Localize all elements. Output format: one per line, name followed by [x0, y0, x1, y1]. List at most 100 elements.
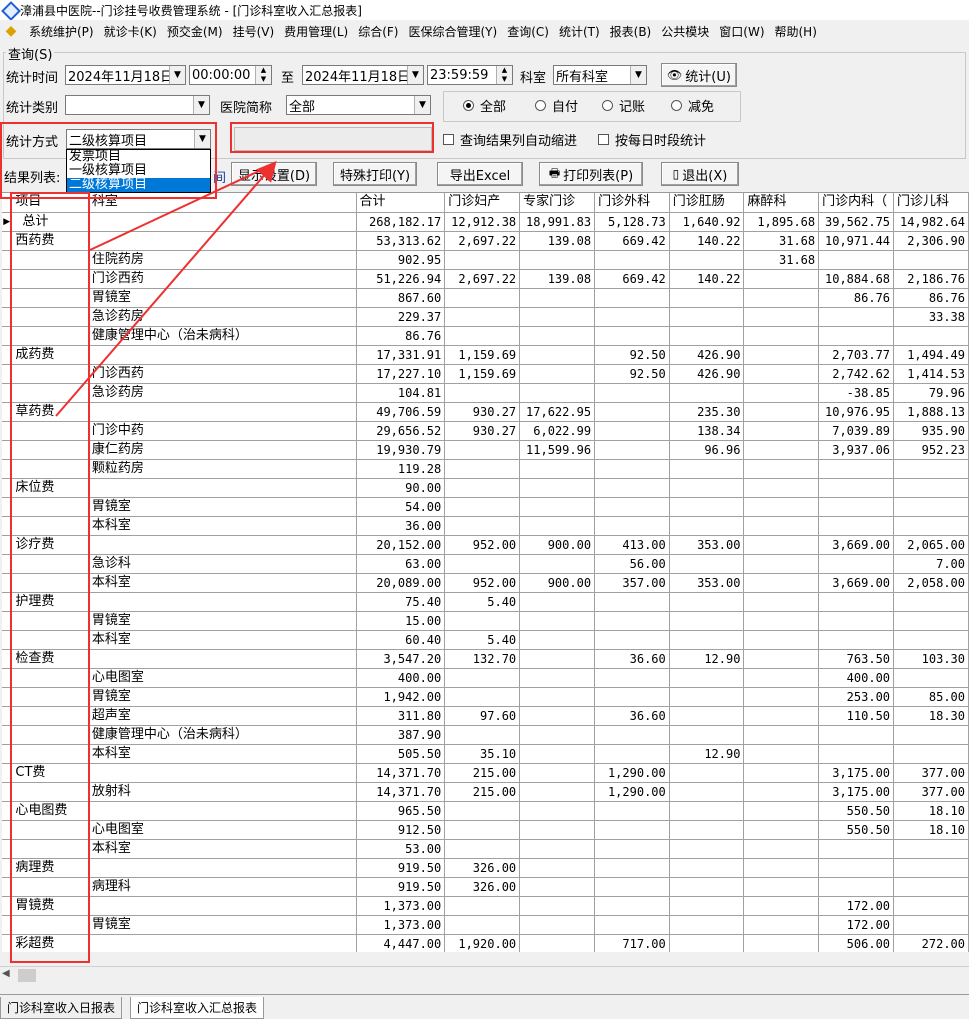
menu-item[interactable]: 医保综合管理(Y) — [403, 23, 502, 40]
menu-item[interactable]: 公共模块 — [656, 23, 714, 40]
dept-select[interactable]: 所有科室 ▼ — [553, 65, 647, 85]
menu-item[interactable]: 查询(C) — [502, 23, 554, 40]
table-row[interactable]: 门诊中药 29,656.52 930.27 6,022.99 138.34 7,039.8… — [2, 421, 969, 441]
column-header[interactable]: 专家门诊 — [519, 193, 596, 213]
horizontal-scrollbar[interactable]: ◀ — [0, 966, 969, 984]
table-row[interactable]: 住院药房 902.95 31.68 — [2, 250, 969, 270]
table-row[interactable]: 西药费 53,313.62 2,697.22 139.08 669.42 140.22 31… — [2, 231, 969, 251]
table-row[interactable]: 护理费 75.40 5.40 — [2, 592, 969, 612]
special-print-button[interactable]: 特殊打印(Y) — [333, 162, 417, 186]
column-header[interactable]: 门诊妇产 — [444, 193, 521, 213]
column-header[interactable]: 门诊内科（ — [818, 193, 895, 213]
menu-item[interactable]: 窗口(W) — [714, 23, 769, 40]
method-option-selected[interactable]: 二级核算项目 — [67, 178, 210, 192]
chevron-down-icon[interactable]: ▼ — [193, 96, 209, 114]
method-option[interactable]: 一级核算项目 — [67, 164, 210, 178]
empty-input-box[interactable] — [234, 127, 432, 151]
table-row[interactable]: 本科室 60.40 5.40 — [2, 630, 969, 650]
table-row[interactable]: 门诊西药 17,227.10 1,159.69 92.50 426.90 2,742.62… — [2, 364, 969, 384]
menu-item[interactable]: 挂号(V) — [228, 23, 280, 40]
print-list-button[interactable]: 🖶 打印列表(P) — [539, 162, 643, 186]
column-header[interactable]: 门诊儿科 — [893, 193, 969, 213]
end-date-picker[interactable]: 2024年11月18日 ▼ — [302, 65, 424, 85]
exit-button[interactable]: ▯ 退出(X) — [661, 162, 739, 186]
table-row[interactable]: 床位费 90.00 — [2, 478, 969, 498]
menu-item[interactable]: 报表(B) — [605, 23, 657, 40]
start-date-picker[interactable]: 2024年11月18日 ▼ — [65, 65, 186, 85]
table-row[interactable]: 本科室 53.00 — [2, 839, 969, 859]
table-row[interactable]: 彩超费 4,447.00 1,920.00 717.00 506.00 272.00 — [2, 934, 969, 952]
table-row[interactable]: 胃镜室 15.00 — [2, 611, 969, 631]
table-row[interactable]: 本科室 20,089.00 952.00 900.00 357.00 353.00 3,66… — [2, 573, 969, 593]
table-row[interactable]: 心电图室 912.50 550.50 18.10 — [2, 820, 969, 840]
menu-item[interactable]: 就诊卡(K) — [99, 23, 162, 40]
system-menu-icon[interactable]: ◆ — [2, 22, 20, 40]
table-row[interactable]: 健康管理中心（治未病科） 86.76 — [2, 326, 969, 346]
radio-discount[interactable]: 减免 — [671, 96, 714, 115]
chevron-down-icon[interactable]: ▼ — [630, 66, 646, 84]
table-row[interactable]: 胃镜费 1,373.00 172.00 — [2, 896, 969, 916]
table-row[interactable]: 急诊科 63.00 56.00 7.00 — [2, 554, 969, 574]
table-row[interactable]: 胃镜室 54.00 — [2, 497, 969, 517]
table-row[interactable]: 草药费 49,706.59 930.27 17,622.95 235.30 10,976.… — [2, 402, 969, 422]
menu-item[interactable]: 预交金(M) — [162, 23, 228, 40]
column-header[interactable]: 麻醉科 — [743, 193, 820, 213]
chevron-down-icon[interactable]: ▼ — [169, 66, 185, 84]
tab-daily-report[interactable]: 门诊科室收入日报表 — [0, 997, 123, 1019]
chevron-down-icon[interactable]: ▼ — [414, 96, 430, 114]
table-row[interactable]: 病理科 919.50 326.00 — [2, 877, 969, 897]
radio-account[interactable]: 记账 — [602, 96, 645, 115]
chevron-down-icon[interactable]: ▼ — [407, 66, 423, 84]
category-select[interactable]: ▼ — [65, 95, 210, 115]
menu-item[interactable]: 综合(F) — [353, 23, 403, 40]
menu-item[interactable]: 费用管理(L) — [279, 23, 353, 40]
display-settings-button[interactable]: 显示设置(D) — [231, 162, 317, 186]
menu-item[interactable]: 帮助(H) — [770, 23, 822, 40]
table-row[interactable]: 本科室 505.50 35.10 12.90 — [2, 744, 969, 764]
method-option[interactable]: 发票项目 — [67, 150, 210, 164]
table-row[interactable]: 胃镜室 867.60 86.76 86.76 — [2, 288, 969, 308]
table-row[interactable]: 诊疗费 20,152.00 952.00 900.00 413.00 353.00 3,66… — [2, 535, 969, 555]
table-row[interactable]: 健康管理中心（治未病科） 387.90 — [2, 725, 969, 745]
end-time-input[interactable]: 23:59:59 ▲ ▼ — [427, 65, 513, 85]
table-row[interactable]: 门诊西药 51,226.94 2,697.22 139.08 669.42 140.22 1… — [2, 269, 969, 289]
spin-arrows-icon[interactable]: ▲ ▼ — [255, 66, 271, 84]
table-row[interactable]: 超声室 311.80 97.60 36.60 110.50 18.30 — [2, 706, 969, 726]
table-row[interactable]: 胃镜室 1,373.00 172.00 — [2, 915, 969, 935]
table-row[interactable]: CT费 14,371.70 215.00 1,290.00 3,175.00 377.00 — [2, 763, 969, 783]
menu-item[interactable]: 统计(T) — [554, 23, 605, 40]
table-row[interactable]: 急诊药房 104.81 -38.85 79.96 — [2, 383, 969, 403]
table-row[interactable]: 急诊药房 229.37 33.38 — [2, 307, 969, 327]
table-row[interactable]: 病理费 919.50 326.00 — [2, 858, 969, 878]
table-row[interactable]: 心电图费 965.50 550.50 18.10 — [2, 801, 969, 821]
table-row[interactable]: 颗粒药房 119.28 — [2, 459, 969, 479]
result-grid[interactable]: 项目 科室 合计 门诊妇产 专家门诊 门诊外科 门诊肛肠 麻醉科 门诊内科（ 门诊儿科 ▶ 总计 26… — [2, 192, 969, 952]
spin-arrows-icon[interactable]: ▲ ▼ — [496, 66, 512, 84]
table-row[interactable]: 胃镜室 1,942.00 253.00 85.00 — [2, 687, 969, 707]
table-row[interactable]: ▶ 总计 268,182.17 12,912.38 18,991.83 5,128.73 1… — [2, 212, 969, 232]
table-row[interactable]: 本科室 36.00 — [2, 516, 969, 536]
menu-item[interactable]: 系统维护(P) — [24, 23, 99, 40]
column-header[interactable]: 项目 — [11, 193, 89, 213]
scroll-left-icon[interactable]: ◀ — [2, 968, 10, 979]
column-header[interactable]: 门诊肛肠 — [669, 193, 745, 213]
radio-all[interactable]: 全部 — [463, 96, 506, 115]
scroll-thumb[interactable] — [18, 969, 36, 982]
start-time-input[interactable]: 00:00:00 ▲ ▼ — [189, 65, 272, 85]
export-excel-button[interactable]: 导出Excel — [437, 162, 523, 186]
column-header[interactable]: 合计 — [356, 193, 446, 213]
table-row[interactable]: 康仁药房 19,930.79 11,599.96 96.96 3,937.06 952.2… — [2, 440, 969, 460]
stat-button[interactable]: 👁 统计(U) — [661, 63, 737, 87]
hospital-select[interactable]: 全部 ▼ — [286, 95, 431, 115]
table-row[interactable]: 心电图室 400.00 400.00 — [2, 668, 969, 688]
table-row[interactable]: 检查费 3,547.20 132.70 36.60 12.90 763.50 103.30 — [2, 649, 969, 669]
daily-period-checkbox[interactable]: 按每日时段统计 — [598, 130, 706, 149]
column-header[interactable]: 科室 — [88, 193, 357, 213]
radio-self-pay[interactable]: 自付 — [535, 96, 578, 115]
table-row[interactable]: 成药费 17,331.91 1,159.69 92.50 426.90 2,703.77 1… — [2, 345, 969, 365]
method-select[interactable]: 二级核算项目 ▼ — [66, 129, 211, 149]
tab-summary-report[interactable]: 门诊科室收入汇总报表 — [130, 997, 265, 1019]
table-row[interactable]: 放射科 14,371.70 215.00 1,290.00 3,175.00 377.00 — [2, 782, 969, 802]
auto-indent-checkbox[interactable]: 查询结果列自动缩进 — [443, 130, 577, 149]
chevron-down-icon[interactable]: ▼ — [194, 130, 210, 148]
